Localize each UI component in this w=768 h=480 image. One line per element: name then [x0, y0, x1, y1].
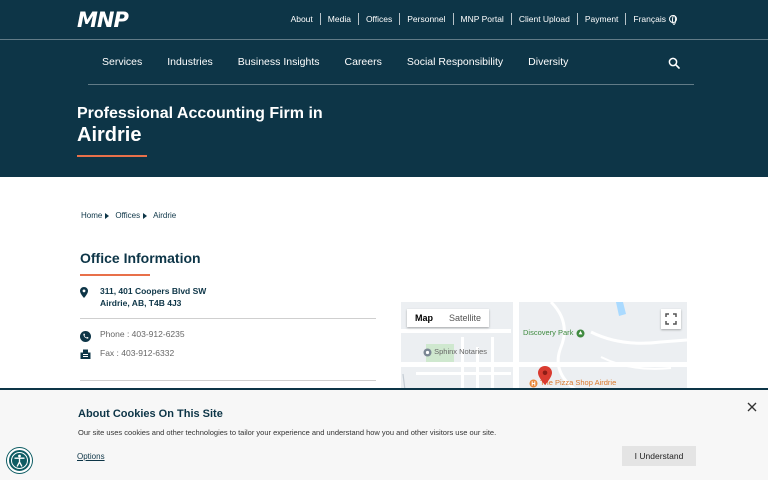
chevron-right-icon [143, 212, 148, 219]
accessibility-button[interactable] [7, 448, 32, 473]
fax-number: Fax : 403-912-6332 [100, 348, 175, 358]
utility-link-personnel[interactable]: Personnel [399, 13, 452, 25]
main-nav: Services Industries Business Insights Ca… [102, 56, 593, 68]
address-line-2[interactable]: Airdrie, AB, T4B 4J3 [100, 298, 181, 308]
poi-icon [423, 348, 432, 357]
phone-number[interactable]: Phone : 403-912-6235 [100, 329, 185, 339]
utility-nav: About Media Offices Personnel MNP Portal… [284, 13, 684, 25]
address-line-1[interactable]: 311, 401 Coopers Blvd SW [100, 286, 206, 296]
page-title-city: Airdrie [77, 124, 142, 146]
cookie-banner-title: About Cookies On This Site [78, 408, 223, 420]
fax-icon [80, 347, 91, 365]
breadcrumb-home[interactable]: Home [81, 211, 102, 220]
breadcrumb-offices[interactable]: Offices [115, 211, 140, 220]
nav-social-responsibility[interactable]: Social Responsibility [407, 56, 503, 68]
map-place-sphinx-notaries[interactable]: Sphinx Notaries [423, 347, 487, 357]
map-tab-map[interactable]: Map [407, 309, 441, 327]
nav-services[interactable]: Services [102, 56, 142, 68]
nav-business-insights[interactable]: Business Insights [238, 56, 320, 68]
park-icon [576, 329, 585, 338]
breadcrumb: Home Offices Airdrie [81, 211, 179, 220]
utility-link-about[interactable]: About [284, 13, 320, 25]
chevron-right-icon [105, 212, 110, 219]
nav-divider [88, 84, 694, 85]
divider [80, 318, 376, 319]
office-info-heading: Office Information [80, 250, 201, 266]
close-icon[interactable] [746, 400, 758, 412]
accessibility-icon [11, 452, 28, 469]
nav-diversity[interactable]: Diversity [528, 56, 568, 68]
utility-link-payment[interactable]: Payment [576, 13, 626, 25]
nav-industries[interactable]: Industries [167, 56, 213, 68]
search-icon[interactable] [668, 56, 680, 69]
header-divider [0, 39, 768, 40]
map-type-toggle: Map Satellite [407, 309, 490, 327]
fullscreen-icon[interactable] [661, 309, 681, 329]
site-header: MNP About Media Offices Personnel MNP Po… [0, 0, 768, 177]
mnp-logo[interactable]: MNP [77, 8, 129, 32]
accept-cookies-button[interactable]: I Understand [622, 446, 696, 466]
language-label: Français [633, 14, 666, 24]
map-marker-icon[interactable] [538, 366, 552, 390]
utility-link-offices[interactable]: Offices [357, 13, 399, 25]
page-title-line1: Professional Accounting Firm in [77, 105, 323, 122]
map-place-discovery-park[interactable]: Discovery Park [523, 328, 585, 338]
cookie-options-link[interactable]: Options [77, 452, 105, 461]
utility-link-client-upload[interactable]: Client Upload [510, 13, 577, 25]
office-heading-accent [80, 274, 150, 276]
globe-icon [669, 15, 677, 25]
utility-link-media[interactable]: Media [319, 13, 358, 25]
title-accent-line [77, 155, 147, 157]
restaurant-icon [529, 379, 538, 388]
utility-link-mnp-portal[interactable]: MNP Portal [452, 13, 511, 25]
cookie-banner: About Cookies On This Site Our site uses… [0, 388, 768, 480]
divider [80, 380, 376, 381]
nav-careers[interactable]: Careers [345, 56, 382, 68]
language-toggle[interactable]: Français [625, 13, 684, 25]
cookie-banner-text: Our site uses cookies and other technolo… [78, 428, 497, 437]
breadcrumb-current: Airdrie [153, 211, 177, 220]
phone-icon [80, 329, 91, 347]
map-pin-icon [80, 285, 88, 303]
office-map[interactable]: Map Satellite Discovery Park Sphinx Nota… [401, 302, 687, 390]
map-tab-satellite[interactable]: Satellite [441, 309, 489, 327]
